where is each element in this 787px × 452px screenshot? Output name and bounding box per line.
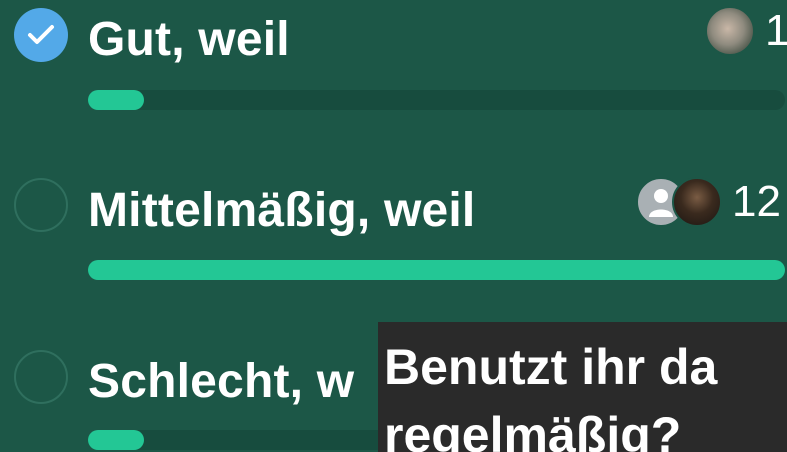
voter-avatar: [705, 6, 755, 56]
vote-bar-fill: [88, 430, 144, 450]
caption-overlay: Benutzt ihr da regelmäßig?: [378, 322, 787, 452]
poll-option-gut[interactable]: Gut, weil 1: [0, 0, 787, 120]
selected-checkbox[interactable]: [14, 8, 68, 62]
vote-bar-track: [88, 90, 785, 110]
caption-line: Benutzt ihr da: [384, 339, 718, 395]
vote-bar-fill: [88, 260, 785, 280]
vote-bar-track: [88, 260, 785, 280]
caption-line: regelmäßig?: [384, 407, 682, 452]
voters[interactable]: 12: [636, 177, 781, 227]
voters[interactable]: 1: [705, 6, 787, 56]
checkmark-icon: [28, 25, 54, 44]
option-label: Schlecht, w: [88, 355, 355, 408]
radio-button[interactable]: [14, 350, 68, 404]
voter-avatar: [672, 177, 722, 227]
vote-count: 12: [732, 177, 781, 226]
default-avatar-icon: [649, 189, 673, 217]
vote-count: 1: [765, 6, 787, 55]
option-label: Gut, weil: [88, 13, 290, 66]
option-label: Mittelmäßig, weil: [88, 184, 476, 237]
vote-bar-fill: [88, 90, 144, 110]
radio-button[interactable]: [14, 178, 68, 232]
poll-option-mittelmaessig[interactable]: Mittelmäßig, weil 12: [0, 165, 787, 285]
